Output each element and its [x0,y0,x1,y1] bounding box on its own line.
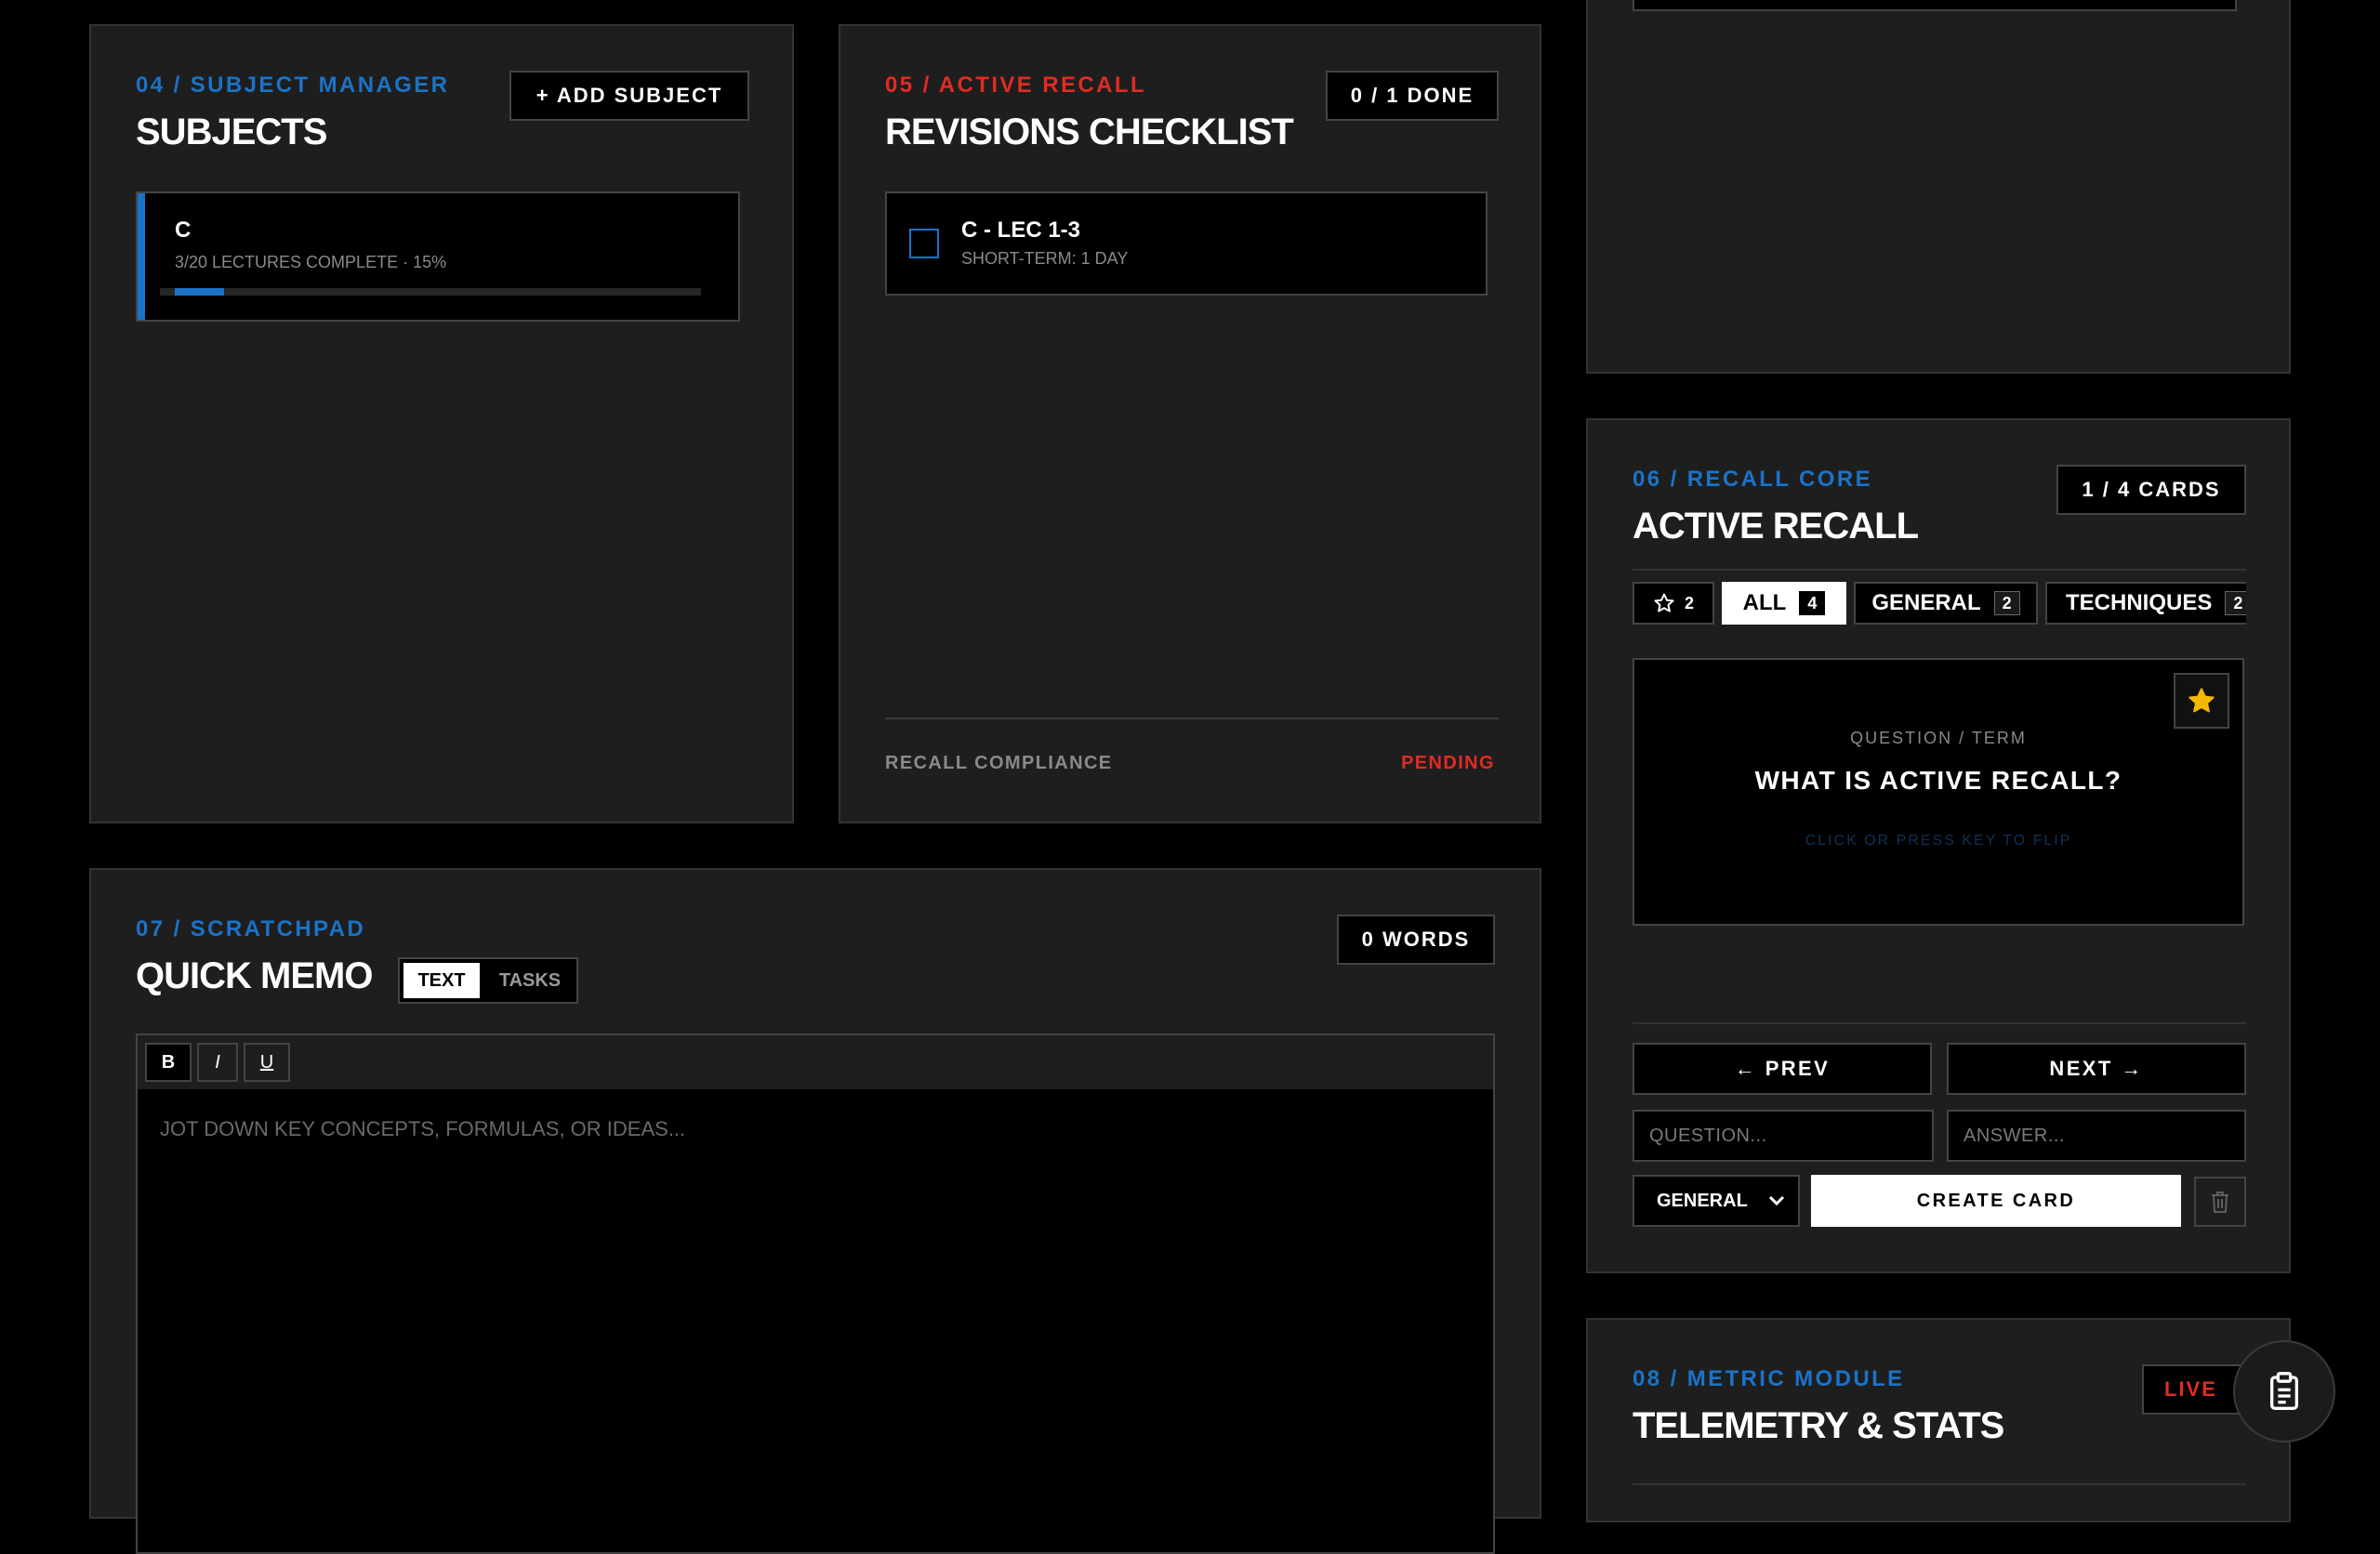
flashcard[interactable]: QUESTION / TERM WHAT IS ACTIVE RECALL? C… [1633,658,2244,926]
memo-title: QUICK MEMO [136,955,373,996]
tab-general-count: 2 [1993,591,2020,615]
memo-panel: 07 / SCRATCHPAD QUICK MEMO TEXT TASKS 0 … [89,868,1541,1554]
italic-button[interactable]: I [197,1043,238,1082]
tab-techniques-label: TECHNIQUES [2066,590,2213,615]
done-count-badge: 0 / 1 DONE [1326,71,1499,121]
create-card-button[interactable]: CREATE CARD [1811,1175,2181,1227]
recall-title: ACTIVE RECALL [1633,506,1919,547]
star-filled-icon [2188,688,2215,713]
tab-all[interactable]: ALL 4 [1722,582,1846,625]
delete-card-button[interactable] [2194,1177,2246,1227]
subject-progress-fill [175,288,224,296]
tab-starred-count: 2 [1684,593,1694,612]
clipboard-fab[interactable] [2233,1340,2335,1442]
tab-all-count: 4 [1799,591,1826,615]
tab-techniques-count: 2 [2225,591,2246,615]
metrics-panel: 08 / METRIC MODULE TELEMETRY & STATS LIV… [1586,1318,2291,1522]
answer-input[interactable]: ANSWER... [1947,1110,2246,1162]
recall-divider-bottom [1633,1022,2246,1024]
subjects-panel: 04 / SUBJECT MANAGER SUBJECTS + ADD SUBJ… [89,24,794,823]
subject-meta: 3/20 LECTURES COMPLETE · 15% [175,253,447,271]
star-toggle-button[interactable] [2174,673,2229,729]
metrics-title: TELEMETRY & STATS [1633,1405,2004,1446]
recall-compliance-label: RECALL COMPLIANCE [885,753,1113,773]
category-select-value: GENERAL [1657,1190,1748,1211]
revisions-title: REVISIONS CHECKLIST [885,112,1294,152]
bold-button[interactable]: B [145,1043,192,1082]
memo-placeholder: JOT DOWN KEY CONCEPTS, FORMULAS, OR IDEA… [160,1117,686,1140]
revision-checkbox[interactable] [909,229,939,258]
recall-panel: 06 / RECALL CORE ACTIVE RECALL 1 / 4 CAR… [1586,418,2291,1273]
star-outline-icon [1654,593,1674,612]
subjects-title: SUBJECTS [136,112,327,152]
card-flip-hint: CLICK OR PRESS KEY TO FLIP [1805,833,2072,849]
memo-editor[interactable]: JOT DOWN KEY CONCEPTS, FORMULAS, OR IDEA… [136,1089,1495,1554]
revision-item-title: C - LEC 1-3 [961,217,1081,243]
cards-count-badge: 1 / 4 CARDS [2056,465,2246,515]
category-select[interactable]: GENERAL [1633,1175,1800,1227]
card-caption: QUESTION / TERM [1850,729,2027,747]
revision-item-subtitle: SHORT-TERM: 1 DAY [961,249,1129,268]
metrics-divider [1633,1483,2246,1485]
memo-mode-toggle: TEXT TASKS [398,957,578,1004]
partial-input-edge [1633,0,2237,11]
memo-kicker: 07 / SCRATCHPAD [136,916,366,942]
recall-kicker: 06 / RECALL CORE [1633,467,1872,492]
metrics-kicker: 08 / METRIC MODULE [1633,1366,1905,1391]
live-badge: LIVE [2142,1364,2242,1415]
tab-starred[interactable]: 2 [1633,582,1714,625]
card-question: WHAT IS ACTIVE RECALL? [1754,766,2122,795]
revisions-divider [885,718,1499,719]
revisions-panel: 05 / ACTIVE RECALL REVISIONS CHECKLIST 0… [839,24,1541,823]
subject-accent-bar [138,193,145,320]
next-card-button[interactable]: NEXT → [1947,1043,2246,1095]
underline-button[interactable]: U [244,1043,290,1082]
clipboard-icon [2270,1372,2298,1410]
tab-general-label: GENERAL [1871,590,1981,615]
recall-divider-top [1633,569,2246,571]
add-subject-button[interactable]: + ADD SUBJECT [509,71,749,121]
revisions-kicker: 05 / ACTIVE RECALL [885,72,1147,98]
chevron-down-icon [1768,1195,1785,1206]
subject-name: C [175,217,192,243]
prev-card-button[interactable]: ← PREV [1633,1043,1932,1095]
mode-text-button[interactable]: TEXT [403,963,480,998]
tab-all-label: ALL [1742,590,1787,615]
recall-compliance-status: PENDING [1401,753,1495,773]
upper-panel-partial [1586,0,2291,374]
tab-techniques[interactable]: TECHNIQUES 2 [2045,582,2246,625]
subject-progress-track [160,288,701,296]
word-count-badge: 0 WORDS [1337,915,1495,965]
question-input[interactable]: QUESTION... [1633,1110,1934,1162]
deck-tabs: 2 ALL 4 GENERAL 2 TECHNIQUES 2 [1633,582,2246,632]
subjects-kicker: 04 / SUBJECT MANAGER [136,72,450,98]
subject-card[interactable]: C 3/20 LECTURES COMPLETE · 15% [136,191,740,322]
mode-tasks-button[interactable]: TASKS [485,963,575,998]
tab-general[interactable]: GENERAL 2 [1854,582,2038,625]
memo-toolbar: B I U [136,1034,1495,1091]
revision-item[interactable]: C - LEC 1-3 SHORT-TERM: 1 DAY [885,191,1488,296]
trash-icon [2212,1192,2228,1213]
